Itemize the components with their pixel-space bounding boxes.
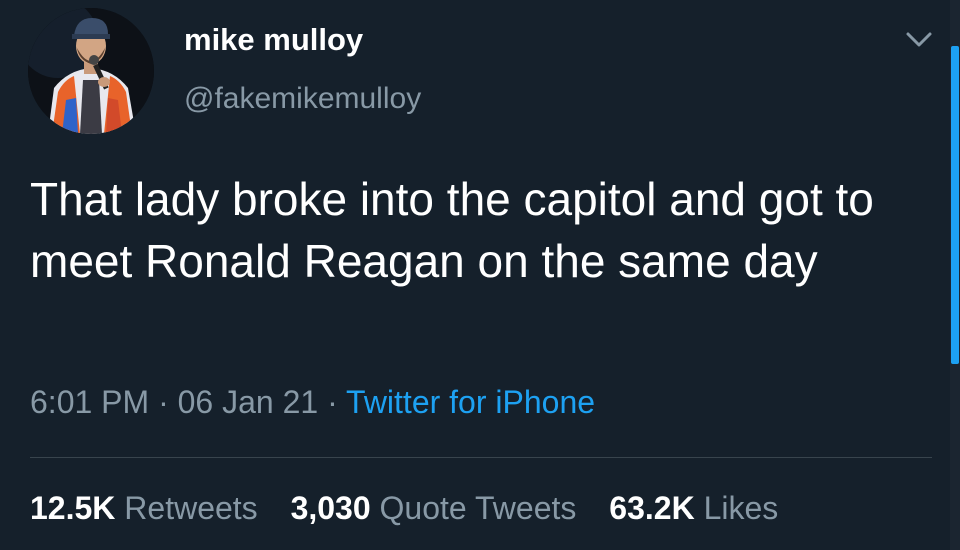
tweet-date[interactable]: 06 Jan 21 [178, 384, 319, 420]
retweets-stat[interactable]: 12.5K Retweets [30, 490, 258, 527]
display-name[interactable]: mike mulloy [184, 22, 363, 58]
tweet-source-link[interactable]: Twitter for iPhone [346, 384, 595, 420]
avatar-image [28, 8, 154, 134]
chevron-down-icon[interactable] [902, 28, 936, 52]
quote-tweets-count: 3,030 [290, 490, 371, 526]
tweet-meta: 6:01 PM · 06 Jan 21 · Twitter for iPhone [30, 384, 595, 421]
scrollbar[interactable] [950, 0, 960, 550]
quote-tweets-label: Quote Tweets [379, 490, 577, 526]
scrollbar-thumb[interactable] [951, 46, 959, 364]
tweet-time[interactable]: 6:01 PM [30, 384, 149, 420]
meta-separator: · [327, 384, 338, 420]
likes-count: 63.2K [609, 490, 695, 526]
likes-stat[interactable]: 63.2K Likes [609, 490, 778, 527]
tweet-stats: 12.5K Retweets 3,030 Quote Tweets 63.2K … [30, 490, 778, 527]
retweets-label: Retweets [124, 490, 258, 526]
tweet-card: mike mulloy @fakemikemulloy That lady br… [0, 0, 960, 550]
avatar[interactable] [28, 8, 154, 134]
meta-separator: · [158, 384, 169, 420]
quote-tweets-stat[interactable]: 3,030 Quote Tweets [291, 490, 577, 527]
divider [30, 457, 932, 458]
likes-label: Likes [703, 490, 779, 526]
retweets-count: 12.5K [30, 490, 116, 526]
user-handle[interactable]: @fakemikemulloy [184, 82, 421, 116]
tweet-text: That lady broke into the capitol and got… [30, 173, 874, 287]
